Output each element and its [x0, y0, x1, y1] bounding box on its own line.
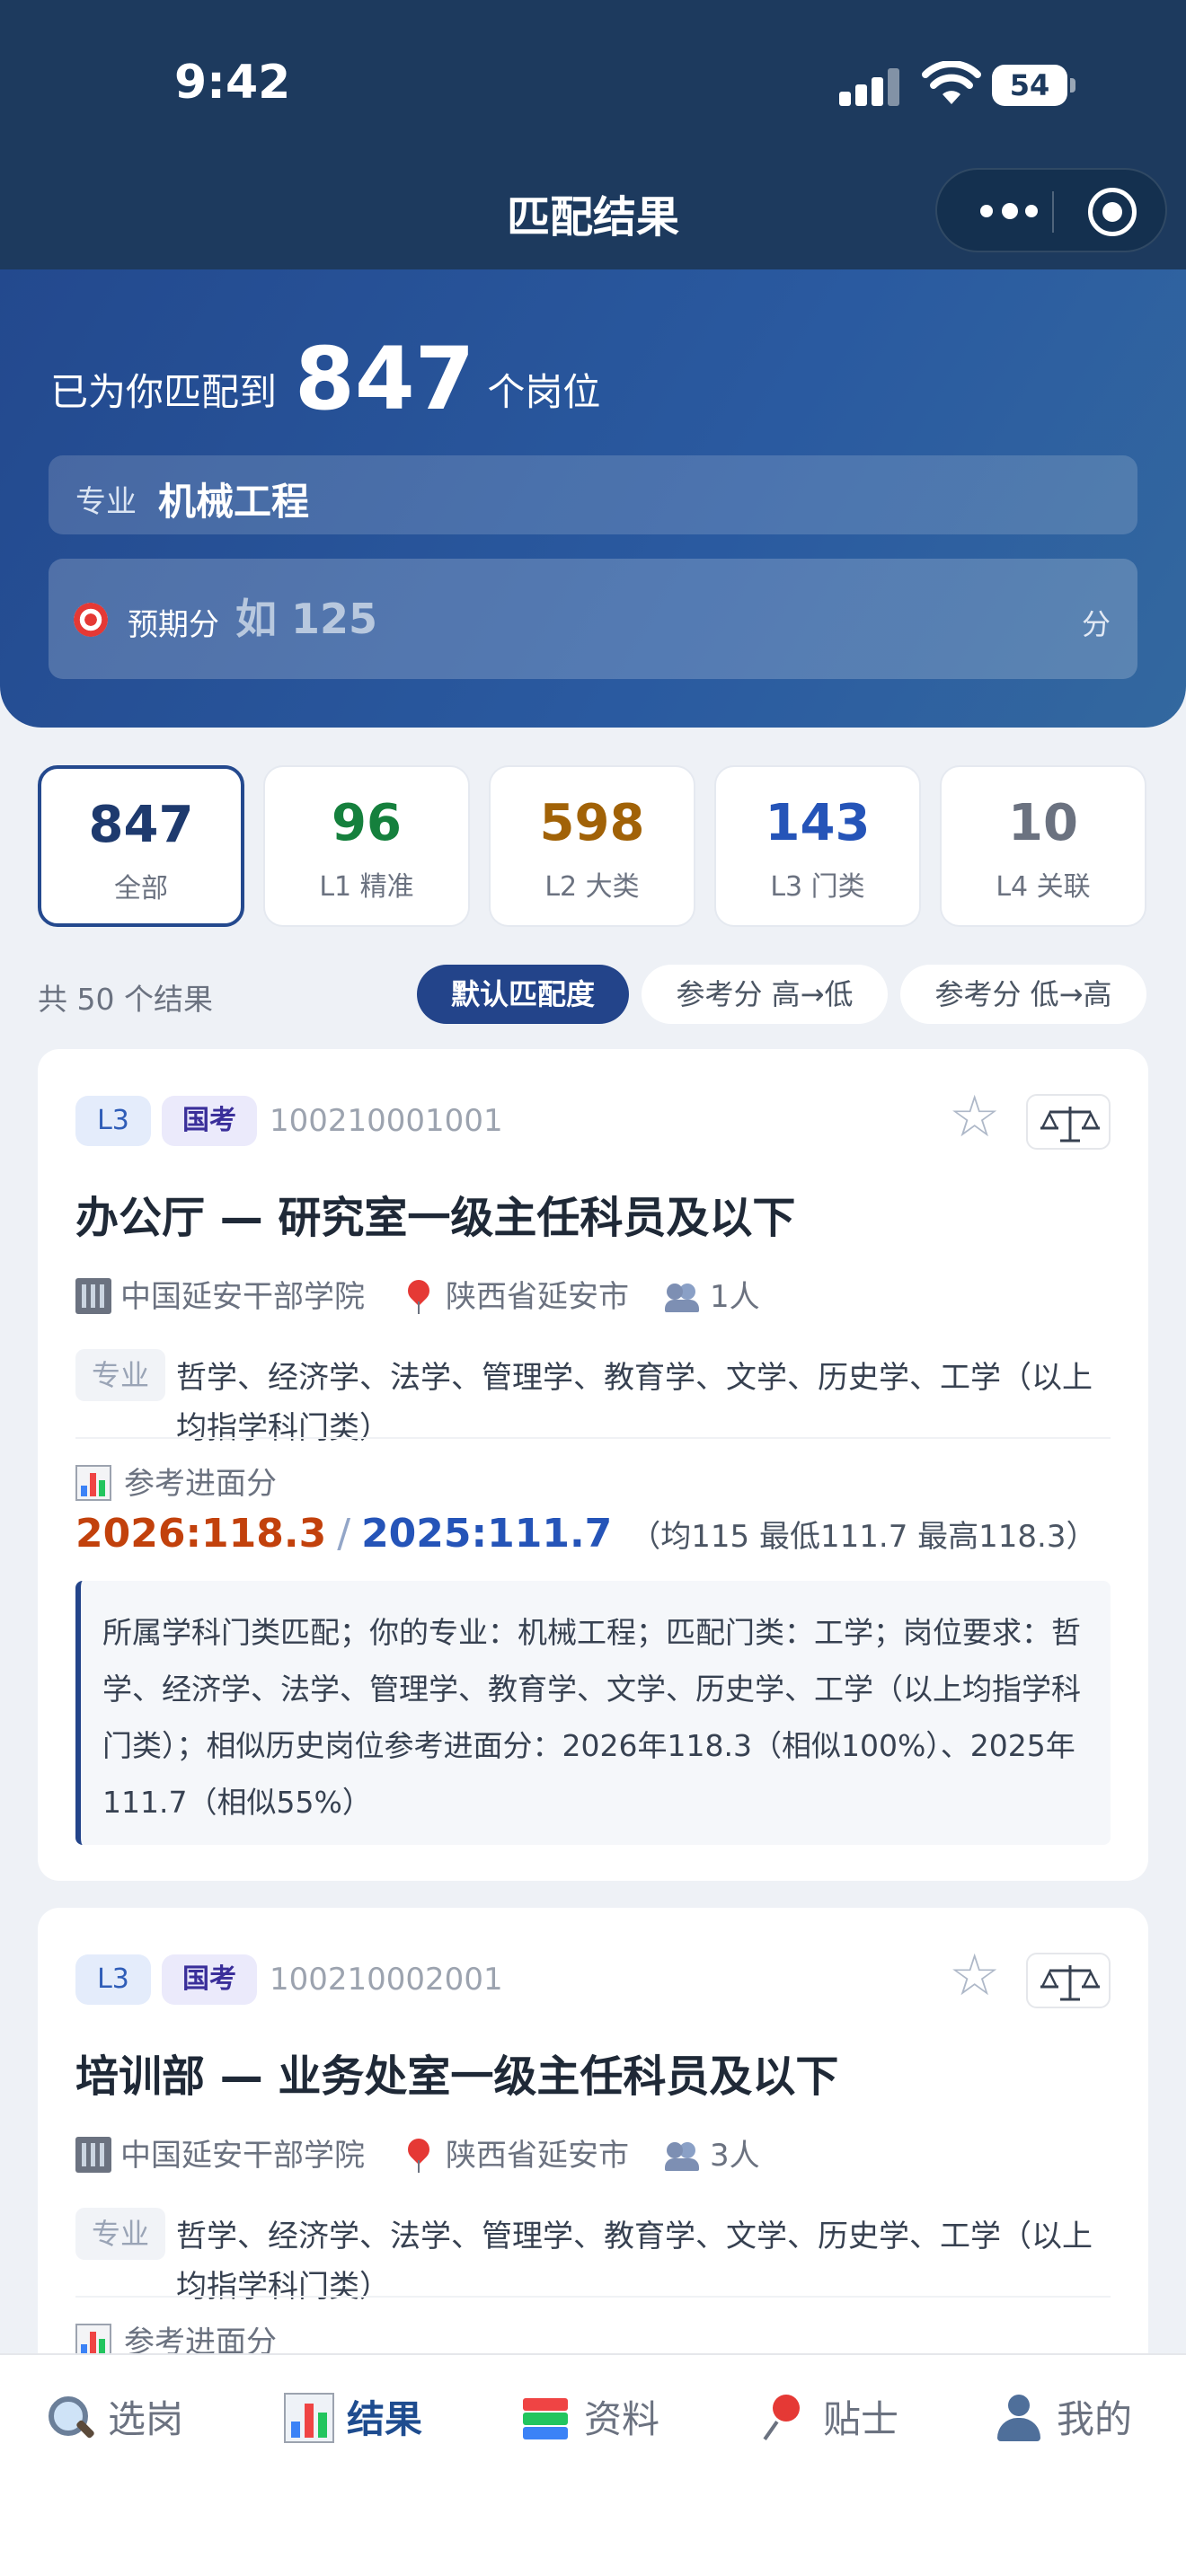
score-stats: （均115 最低111.7 最高118.3）	[630, 1519, 1097, 1555]
tab-label: 选岗	[108, 2397, 184, 2441]
building-icon	[75, 1278, 111, 1314]
close-target-icon[interactable]	[1088, 188, 1137, 236]
major-requirement-tag: 专业	[75, 1349, 165, 1401]
level-label: 全部	[114, 873, 168, 904]
card-divider	[75, 2296, 1111, 2298]
level-count: 598	[539, 794, 645, 852]
level-badge: L3	[75, 1096, 151, 1146]
dart-target-icon	[74, 603, 108, 637]
search-icon	[45, 2393, 95, 2443]
level-tab-all[interactable]: 847 全部	[38, 765, 244, 927]
user-icon	[994, 2393, 1044, 2443]
tab-mine[interactable]: 我的	[994, 2389, 1132, 2452]
job-code: 100210001001	[270, 1103, 503, 1139]
major-requirement-tag: 专业	[75, 2208, 165, 2260]
tab-tips[interactable]: 贴士	[760, 2389, 898, 2452]
job-meta: 中国延安干部学院 陕西省延安市 1人	[75, 1272, 1118, 1317]
level-count: 143	[765, 794, 871, 852]
score-2026: 2026:118.3	[75, 1511, 327, 1557]
level-count: 847	[88, 796, 194, 854]
level-tab-l3[interactable]: 143 L3 门类	[714, 765, 921, 927]
building-icon	[75, 2137, 111, 2173]
level-tab-l2[interactable]: 598 L2 大类	[489, 765, 695, 927]
match-prefix: 已为你匹配到	[50, 370, 278, 414]
level-label: L1 精准	[319, 871, 414, 903]
job-title: 培训部 — 业务处室一级主任科员及以下	[75, 2051, 839, 2102]
reference-score-label: 参考进面分	[124, 1466, 277, 1502]
card-divider	[75, 1437, 1111, 1439]
job-headcount: 1人	[710, 1279, 760, 1315]
tab-label: 资料	[584, 2397, 660, 2441]
level-count: 10	[1008, 794, 1078, 852]
job-card[interactable]: L3 国考 100210002001 ☆ 培训部 — 业务处室一级主任科员及以下…	[38, 1908, 1148, 2375]
wifi-icon	[922, 61, 981, 104]
compare-scale-icon[interactable]	[1026, 1094, 1111, 1150]
top-header: 9:42 54 匹配结果	[0, 0, 1186, 269]
exam-type-badge: 国考	[162, 1096, 257, 1146]
result-count: 共 50 个结果	[38, 982, 213, 1017]
level-tab-l1[interactable]: 96 L1 精准	[263, 765, 470, 927]
match-count-line: 已为你匹配到 847 个岗位	[50, 325, 601, 429]
tab-materials[interactable]: 资料	[521, 2389, 659, 2452]
reference-scores: 2026:118.3/2025:111.7 （均115 最低111.7 最高118…	[75, 1511, 1096, 1557]
match-count: 847	[295, 329, 475, 429]
tab-select-job[interactable]: 选岗	[45, 2389, 183, 2452]
sort-score-asc-button[interactable]: 参考分 低→高	[900, 965, 1146, 1024]
exam-type-badge: 国考	[162, 1954, 257, 2005]
reference-score-heading: 参考进面分	[75, 1459, 277, 1503]
job-org: 中国延安干部学院	[120, 1279, 365, 1315]
books-icon	[521, 2393, 571, 2443]
match-summary: 已为你匹配到 847 个岗位 专业 机械工程 预期分 分	[0, 269, 1186, 728]
job-location: 陕西省延安市	[446, 2138, 629, 2174]
match-suffix: 个岗位	[487, 370, 601, 414]
capsule-divider	[1052, 191, 1054, 233]
job-location: 陕西省延安市	[446, 1279, 629, 1315]
job-card[interactable]: L3 国考 100210001001 ☆ 办公厅 — 研究室一级主任科员及以下 …	[38, 1049, 1148, 1881]
location-pin-icon	[401, 1278, 437, 1314]
level-label: L2 大类	[544, 871, 640, 903]
job-headcount: 3人	[710, 2138, 760, 2174]
score-2025: 2025:111.7	[361, 1511, 613, 1557]
level-tab-l4[interactable]: 10 L4 关联	[940, 765, 1146, 927]
tab-label: 结果	[347, 2397, 423, 2441]
job-title: 办公厅 — 研究室一级主任科员及以下	[75, 1193, 796, 1243]
level-badge: L3	[75, 1954, 151, 2005]
score-separator: /	[337, 1511, 351, 1557]
star-icon[interactable]: ☆	[949, 1089, 1000, 1146]
level-count: 96	[332, 794, 402, 852]
match-reason: 所属学科门类匹配；你的专业：机械工程；匹配门类：工学；岗位要求：哲学、经济学、法…	[75, 1581, 1111, 1845]
battery-icon: 54	[992, 65, 1075, 106]
compare-scale-icon[interactable]	[1026, 1953, 1111, 2008]
job-code: 100210002001	[270, 1962, 503, 1998]
signal-icon	[839, 66, 902, 106]
tab-label: 我的	[1057, 2397, 1133, 2441]
job-org: 中国延安干部学院	[120, 2138, 365, 2174]
tab-label: 贴士	[823, 2397, 899, 2441]
level-filter-tabs: 847 全部 96 L1 精准 598 L2 大类 143 L3 门类 10 L…	[38, 765, 1148, 927]
people-icon	[665, 2137, 701, 2173]
expected-score-label: 预期分	[128, 607, 219, 643]
status-time: 9:42	[174, 56, 291, 110]
bar-chart-icon	[284, 2393, 334, 2443]
level-label: L4 关联	[996, 871, 1091, 903]
location-pin-icon	[401, 2137, 437, 2173]
expected-score-field[interactable]: 预期分 分	[49, 559, 1137, 679]
people-icon	[665, 1278, 701, 1314]
level-label: L3 门类	[770, 871, 865, 903]
expected-score-input[interactable]	[234, 586, 952, 652]
major-label: 专业	[75, 484, 137, 520]
tab-results[interactable]: 结果	[284, 2389, 422, 2452]
sort-default-button[interactable]: 默认匹配度	[417, 965, 629, 1024]
star-icon[interactable]: ☆	[949, 1947, 1000, 2005]
more-icon[interactable]	[980, 202, 1040, 222]
sort-score-desc-button[interactable]: 参考分 高→低	[642, 965, 888, 1024]
bar-chart-icon	[75, 1465, 111, 1501]
pushpin-icon	[760, 2393, 810, 2443]
bottom-tab-bar: 选岗 结果 资料 贴士 我的	[0, 2353, 1186, 2576]
mini-program-capsule	[935, 168, 1167, 252]
major-field[interactable]: 专业 机械工程	[49, 455, 1137, 534]
job-meta: 中国延安干部学院 陕西省延安市 3人	[75, 2130, 1118, 2175]
major-value: 机械工程	[158, 480, 310, 524]
score-unit: 分	[1081, 607, 1111, 641]
